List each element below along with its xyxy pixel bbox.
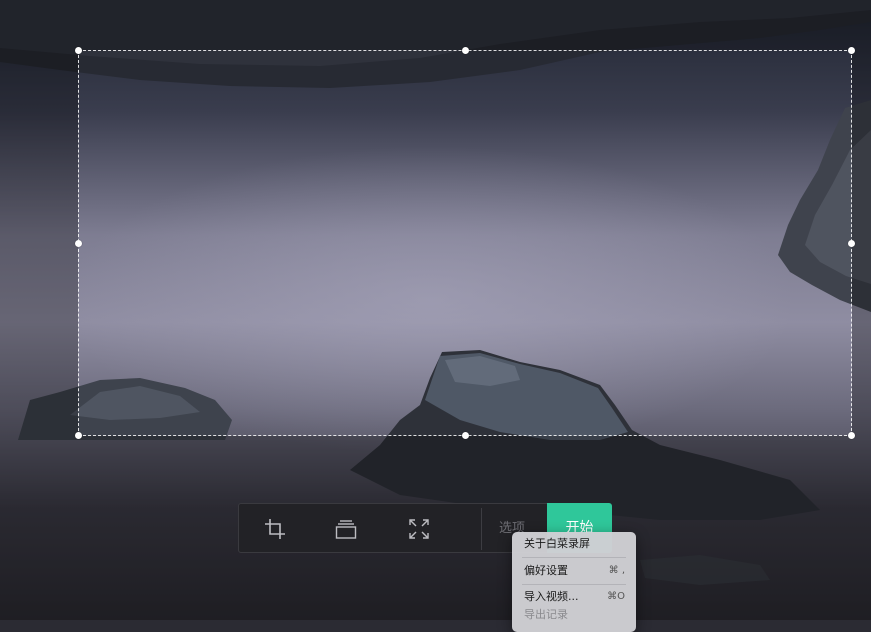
resize-handle-right[interactable] [848,240,855,247]
options-menu: 关于白菜录屏 偏好设置 ⌘ , 导入视频... ⌘O 导出记录 [512,532,636,632]
menu-item-label: 偏好设置 [524,564,568,577]
menu-item-preferences[interactable]: 偏好设置 ⌘ , [512,562,636,580]
resize-handle-left[interactable] [75,240,82,247]
menu-item-about[interactable]: 关于白菜录屏 [512,535,636,553]
resize-handle-bottom[interactable] [462,432,469,439]
menu-divider [522,557,626,558]
fullscreen-icon [409,519,429,539]
resize-handle-top-right[interactable] [848,47,855,54]
crop-region-button[interactable] [258,512,292,546]
menu-item-shortcut: ⌘O [607,591,625,602]
fullscreen-capture-button[interactable] [402,512,436,546]
menu-divider [522,584,626,585]
window-stack-icon [335,520,357,539]
window-capture-button[interactable] [329,512,363,546]
crop-icon [265,519,285,539]
resize-handle-bottom-right[interactable] [848,432,855,439]
menu-item-export-history[interactable]: 导出记录 [512,606,636,624]
menu-item-shortcut: ⌘ , [608,565,625,576]
resize-handle-top[interactable] [462,47,469,54]
menu-item-label: 导入视频... [524,590,579,603]
menu-item-import-video[interactable]: 导入视频... ⌘O [512,588,636,606]
resize-handle-top-left[interactable] [75,47,82,54]
menu-item-label: 关于白菜录屏 [524,537,590,550]
resize-handle-bottom-left[interactable] [75,432,82,439]
capture-selection-area[interactable] [75,47,855,439]
menu-item-label: 导出记录 [524,608,568,621]
toolbar-divider [481,508,482,550]
